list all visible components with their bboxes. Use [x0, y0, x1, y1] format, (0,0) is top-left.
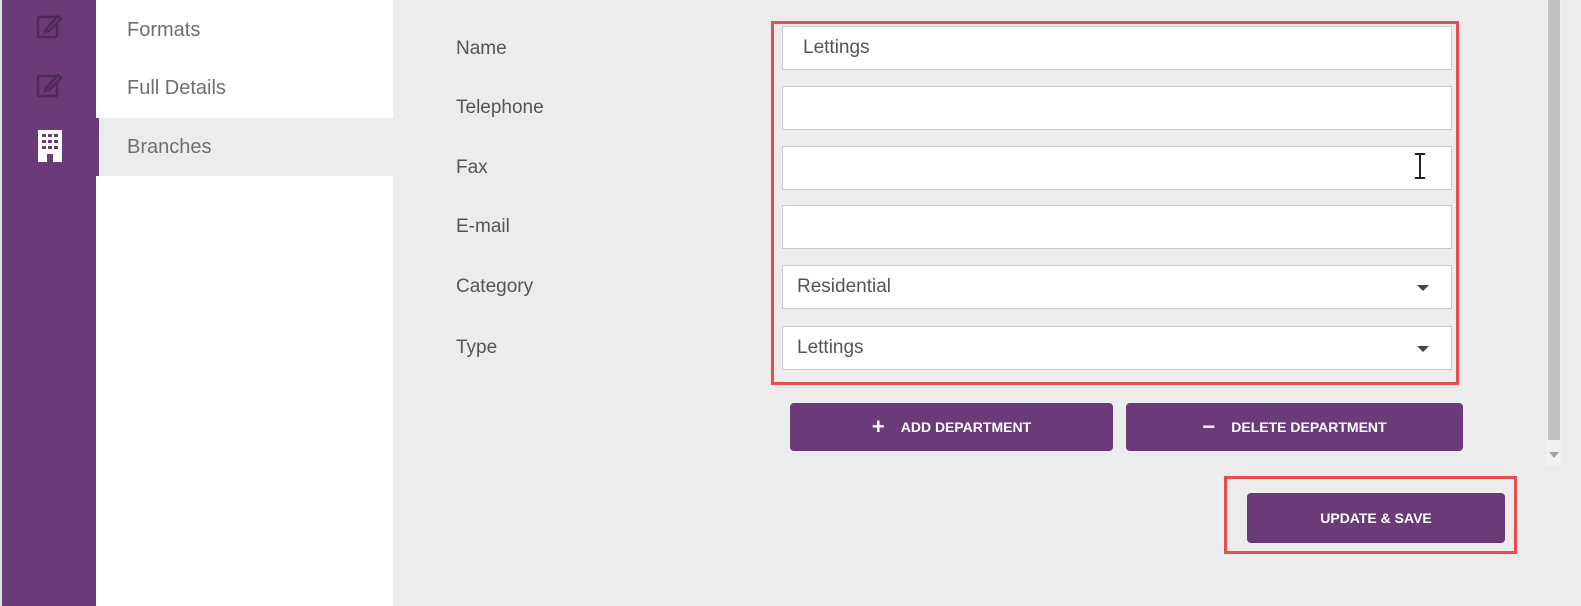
edit-icon[interactable]	[36, 12, 64, 40]
fax-label: Fax	[456, 157, 488, 178]
email-field[interactable]	[782, 205, 1452, 249]
building-icon[interactable]	[36, 130, 64, 162]
telephone-label: Telephone	[456, 97, 544, 118]
update-save-button[interactable]: UPDATE & SAVE	[1247, 493, 1505, 543]
subnav-item-full-details[interactable]: Full Details	[96, 59, 393, 117]
text-cursor-icon	[1412, 152, 1428, 180]
subnav-item-formats[interactable]: Formats	[96, 1, 393, 59]
name-field[interactable]: Lettings	[782, 26, 1452, 70]
category-select-value: Residential	[797, 276, 891, 297]
chevron-down-icon	[1417, 346, 1429, 352]
update-save-label: UPDATE & SAVE	[1320, 510, 1432, 526]
type-label: Type	[456, 337, 498, 358]
scroll-down-arrow-icon[interactable]	[1549, 452, 1559, 458]
chevron-down-icon	[1417, 285, 1429, 291]
plus-icon: +	[871, 414, 885, 439]
scrollbar[interactable]	[1546, 0, 1562, 466]
subnav-item-branches[interactable]: Branches	[96, 118, 393, 176]
scrollbar-thumb[interactable]	[1548, 0, 1560, 440]
type-select-value: Lettings	[797, 337, 864, 358]
delete-department-button[interactable]: − DELETE DEPARTMENT	[1126, 403, 1463, 451]
email-label: E-mail	[456, 216, 510, 237]
edit-icon[interactable]	[36, 71, 64, 99]
delete-department-label: DELETE DEPARTMENT	[1231, 419, 1387, 435]
name-label: Name	[456, 38, 507, 59]
category-label: Category	[456, 276, 534, 297]
type-select[interactable]: Lettings	[782, 326, 1452, 370]
icon-rail	[0, 0, 96, 606]
category-select[interactable]: Residential	[782, 265, 1452, 309]
minus-icon: −	[1202, 414, 1216, 439]
sub-navigation: Formats Full Details Branches	[96, 0, 393, 606]
telephone-field[interactable]	[782, 86, 1452, 130]
add-department-button[interactable]: + ADD DEPARTMENT	[790, 403, 1113, 451]
fax-field[interactable]	[782, 146, 1452, 190]
add-department-label: ADD DEPARTMENT	[900, 419, 1032, 435]
